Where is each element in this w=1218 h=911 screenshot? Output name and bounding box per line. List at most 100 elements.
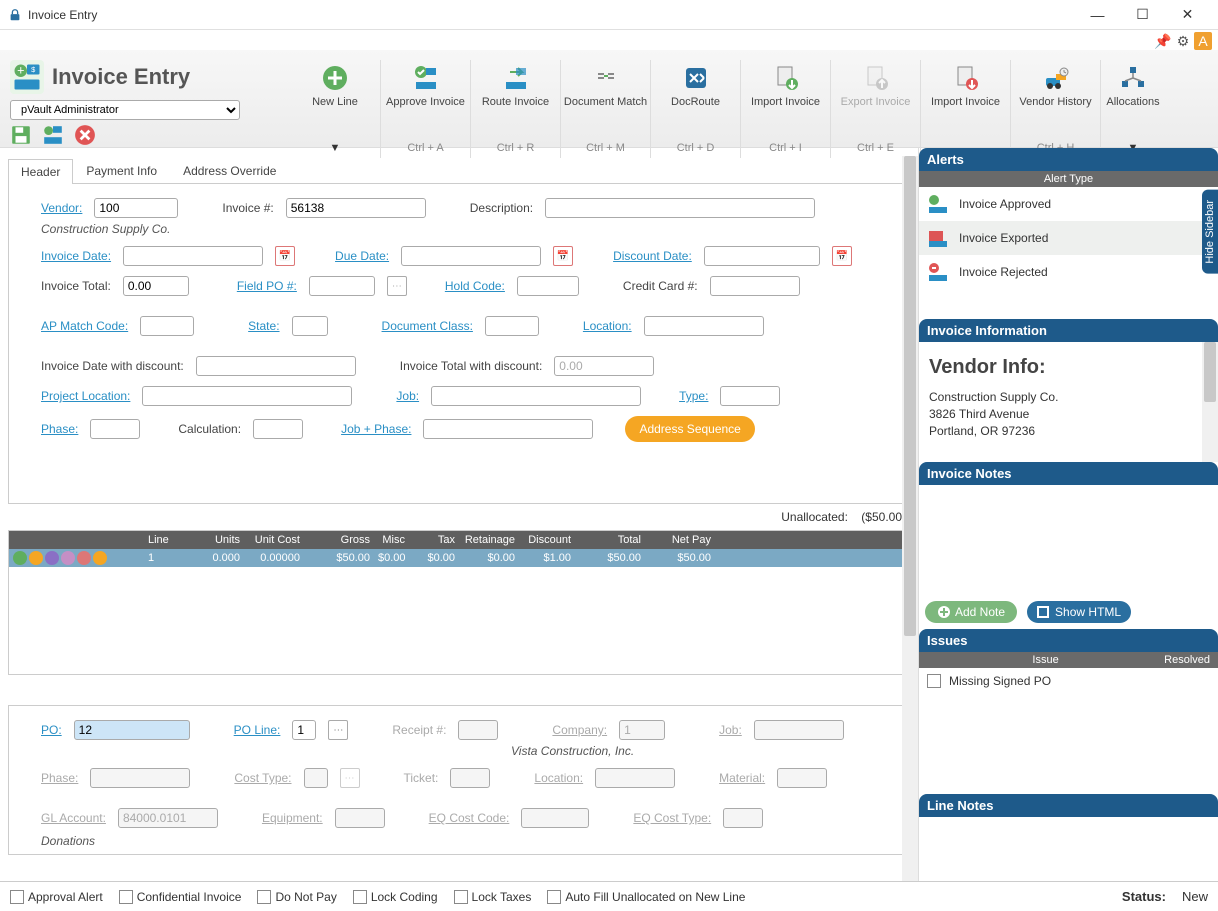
type-input[interactable] [720, 386, 780, 406]
import-invoice-button-2[interactable]: Import Invoice [920, 60, 1010, 158]
discount-date-input[interactable] [704, 246, 820, 266]
calendar-icon[interactable]: 📅 [275, 246, 295, 266]
lower-job-label: Job: [719, 723, 742, 737]
info-scrollbar[interactable] [1202, 342, 1218, 462]
hold-code-input[interactable] [517, 276, 579, 296]
approval-alert-checkbox[interactable] [10, 890, 24, 904]
type-label[interactable]: Type: [679, 389, 708, 403]
po-line-lookup-icon[interactable]: ⋯ [328, 720, 348, 740]
save-invoice-icon[interactable] [42, 124, 64, 146]
project-loc-label[interactable]: Project Location: [41, 389, 130, 403]
po-input[interactable] [74, 720, 190, 740]
location-label[interactable]: Location: [583, 319, 632, 333]
pin-icon[interactable]: 📌 [1154, 32, 1172, 50]
calendar-icon[interactable]: 📅 [553, 246, 573, 266]
import-invoice-button[interactable]: Import Invoice Ctrl + I [740, 60, 830, 158]
field-po-input[interactable] [309, 276, 375, 296]
hide-sidebar-tab[interactable]: Hide Sidebar [1202, 190, 1218, 274]
po-label[interactable]: PO: [41, 723, 62, 737]
invoice-total-input[interactable] [123, 276, 189, 296]
new-line-button[interactable]: New Line ▼ [290, 60, 380, 158]
phase-input[interactable] [90, 419, 140, 439]
address-sequence-button[interactable]: Address Sequence [625, 416, 754, 442]
equipment-label: Equipment: [262, 811, 323, 825]
job-label[interactable]: Job: [396, 389, 419, 403]
save-icon[interactable] [10, 124, 32, 146]
export-invoice-button[interactable]: Export Invoice Ctrl + E [830, 60, 920, 158]
invoice-date-input[interactable] [123, 246, 263, 266]
approve-invoice-button[interactable]: Approve Invoice Ctrl + A [380, 60, 470, 158]
invoice-date-label[interactable]: Invoice Date: [41, 249, 111, 263]
tab-address-override[interactable]: Address Override [170, 158, 289, 183]
docroute-button[interactable]: DocRoute Ctrl + D [650, 60, 740, 158]
confidential-checkbox[interactable] [119, 890, 133, 904]
doc-class-input[interactable] [485, 316, 539, 336]
hold-code-label[interactable]: Hold Code: [445, 279, 505, 293]
calc-input[interactable] [253, 419, 303, 439]
field-po-label[interactable]: Field PO #: [237, 279, 297, 293]
tab-header[interactable]: Header [8, 159, 73, 184]
maximize-button[interactable]: ☐ [1120, 0, 1165, 30]
ap-match-label[interactable]: AP Match Code: [41, 319, 128, 333]
row-approve-icon[interactable] [13, 551, 27, 565]
po-line-label[interactable]: PO Line: [234, 723, 281, 737]
job-input[interactable] [431, 386, 641, 406]
notes-body[interactable] [919, 485, 1218, 595]
credit-card-input[interactable] [710, 276, 800, 296]
line-items-grid[interactable]: Line Units Unit Cost Gross Misc Tax Reta… [8, 530, 910, 675]
po-line-input[interactable] [292, 720, 316, 740]
ap-match-input[interactable] [140, 316, 194, 336]
job-phase-label[interactable]: Job + Phase: [341, 422, 411, 436]
minimize-button[interactable]: — [1075, 0, 1120, 30]
inv-date-disc-input[interactable] [196, 356, 356, 376]
vendor-label[interactable]: Vendor: [41, 201, 82, 215]
state-input[interactable] [292, 316, 328, 336]
gear-icon[interactable]: ⚙ [1174, 32, 1192, 50]
alert-row[interactable]: Invoice Exported [919, 221, 1218, 255]
tab-payment-info[interactable]: Payment Info [73, 158, 170, 183]
job-phase-input[interactable] [423, 419, 593, 439]
close-button[interactable]: ✕ [1165, 0, 1210, 30]
vendor-history-button[interactable]: Vendor History Ctrl + H [1010, 60, 1100, 158]
state-label[interactable]: State: [248, 319, 279, 333]
description-input[interactable] [545, 198, 815, 218]
add-note-button[interactable]: Add Note [925, 601, 1017, 623]
row-icon[interactable] [61, 551, 75, 565]
alert-indicator-icon[interactable]: A [1194, 32, 1212, 50]
route-invoice-button[interactable]: Route Invoice Ctrl + R [470, 60, 560, 158]
inv-total-disc-input[interactable] [554, 356, 654, 376]
vendor-input[interactable] [94, 198, 178, 218]
calendar-icon[interactable]: 📅 [832, 246, 852, 266]
lock-coding-checkbox[interactable] [353, 890, 367, 904]
row-icon[interactable] [93, 551, 107, 565]
due-date-label[interactable]: Due Date: [335, 249, 389, 263]
location-input[interactable] [644, 316, 764, 336]
invoice-num-input[interactable] [286, 198, 426, 218]
status-value: New [1182, 889, 1208, 904]
project-loc-input[interactable] [142, 386, 352, 406]
issue-row[interactable]: Missing Signed PO [919, 668, 1218, 694]
doc-class-label[interactable]: Document Class: [382, 319, 473, 333]
row-warn-icon[interactable] [29, 551, 43, 565]
alert-row[interactable]: Invoice Approved [919, 187, 1218, 221]
invoice-total-label: Invoice Total: [41, 279, 111, 293]
lock-taxes-checkbox[interactable] [454, 890, 468, 904]
table-row[interactable]: 1 0.000 0.00000 $50.00 $0.00 $0.00 $0.00… [9, 549, 909, 567]
show-html-button[interactable]: Show HTML [1027, 601, 1131, 623]
discount-date-label[interactable]: Discount Date: [613, 249, 692, 263]
allocations-button[interactable]: Allocations ▼ [1100, 60, 1165, 158]
alert-row[interactable]: Invoice Rejected [919, 255, 1218, 289]
eq-cost-type-input [723, 808, 763, 828]
due-date-input[interactable] [401, 246, 541, 266]
field-po-lookup-icon[interactable]: ⋯ [387, 276, 407, 296]
auto-fill-checkbox[interactable] [547, 890, 561, 904]
issue-resolved-checkbox[interactable] [927, 674, 941, 688]
phase-label[interactable]: Phase: [41, 422, 78, 436]
user-dropdown[interactable]: pVault Administrator [10, 100, 240, 120]
delete-icon[interactable] [74, 124, 96, 146]
left-scrollbar[interactable] [902, 156, 918, 881]
do-not-pay-checkbox[interactable] [257, 890, 271, 904]
document-match-button[interactable]: Document Match Ctrl + M [560, 60, 650, 158]
row-icon[interactable] [77, 551, 91, 565]
row-icon[interactable] [45, 551, 59, 565]
